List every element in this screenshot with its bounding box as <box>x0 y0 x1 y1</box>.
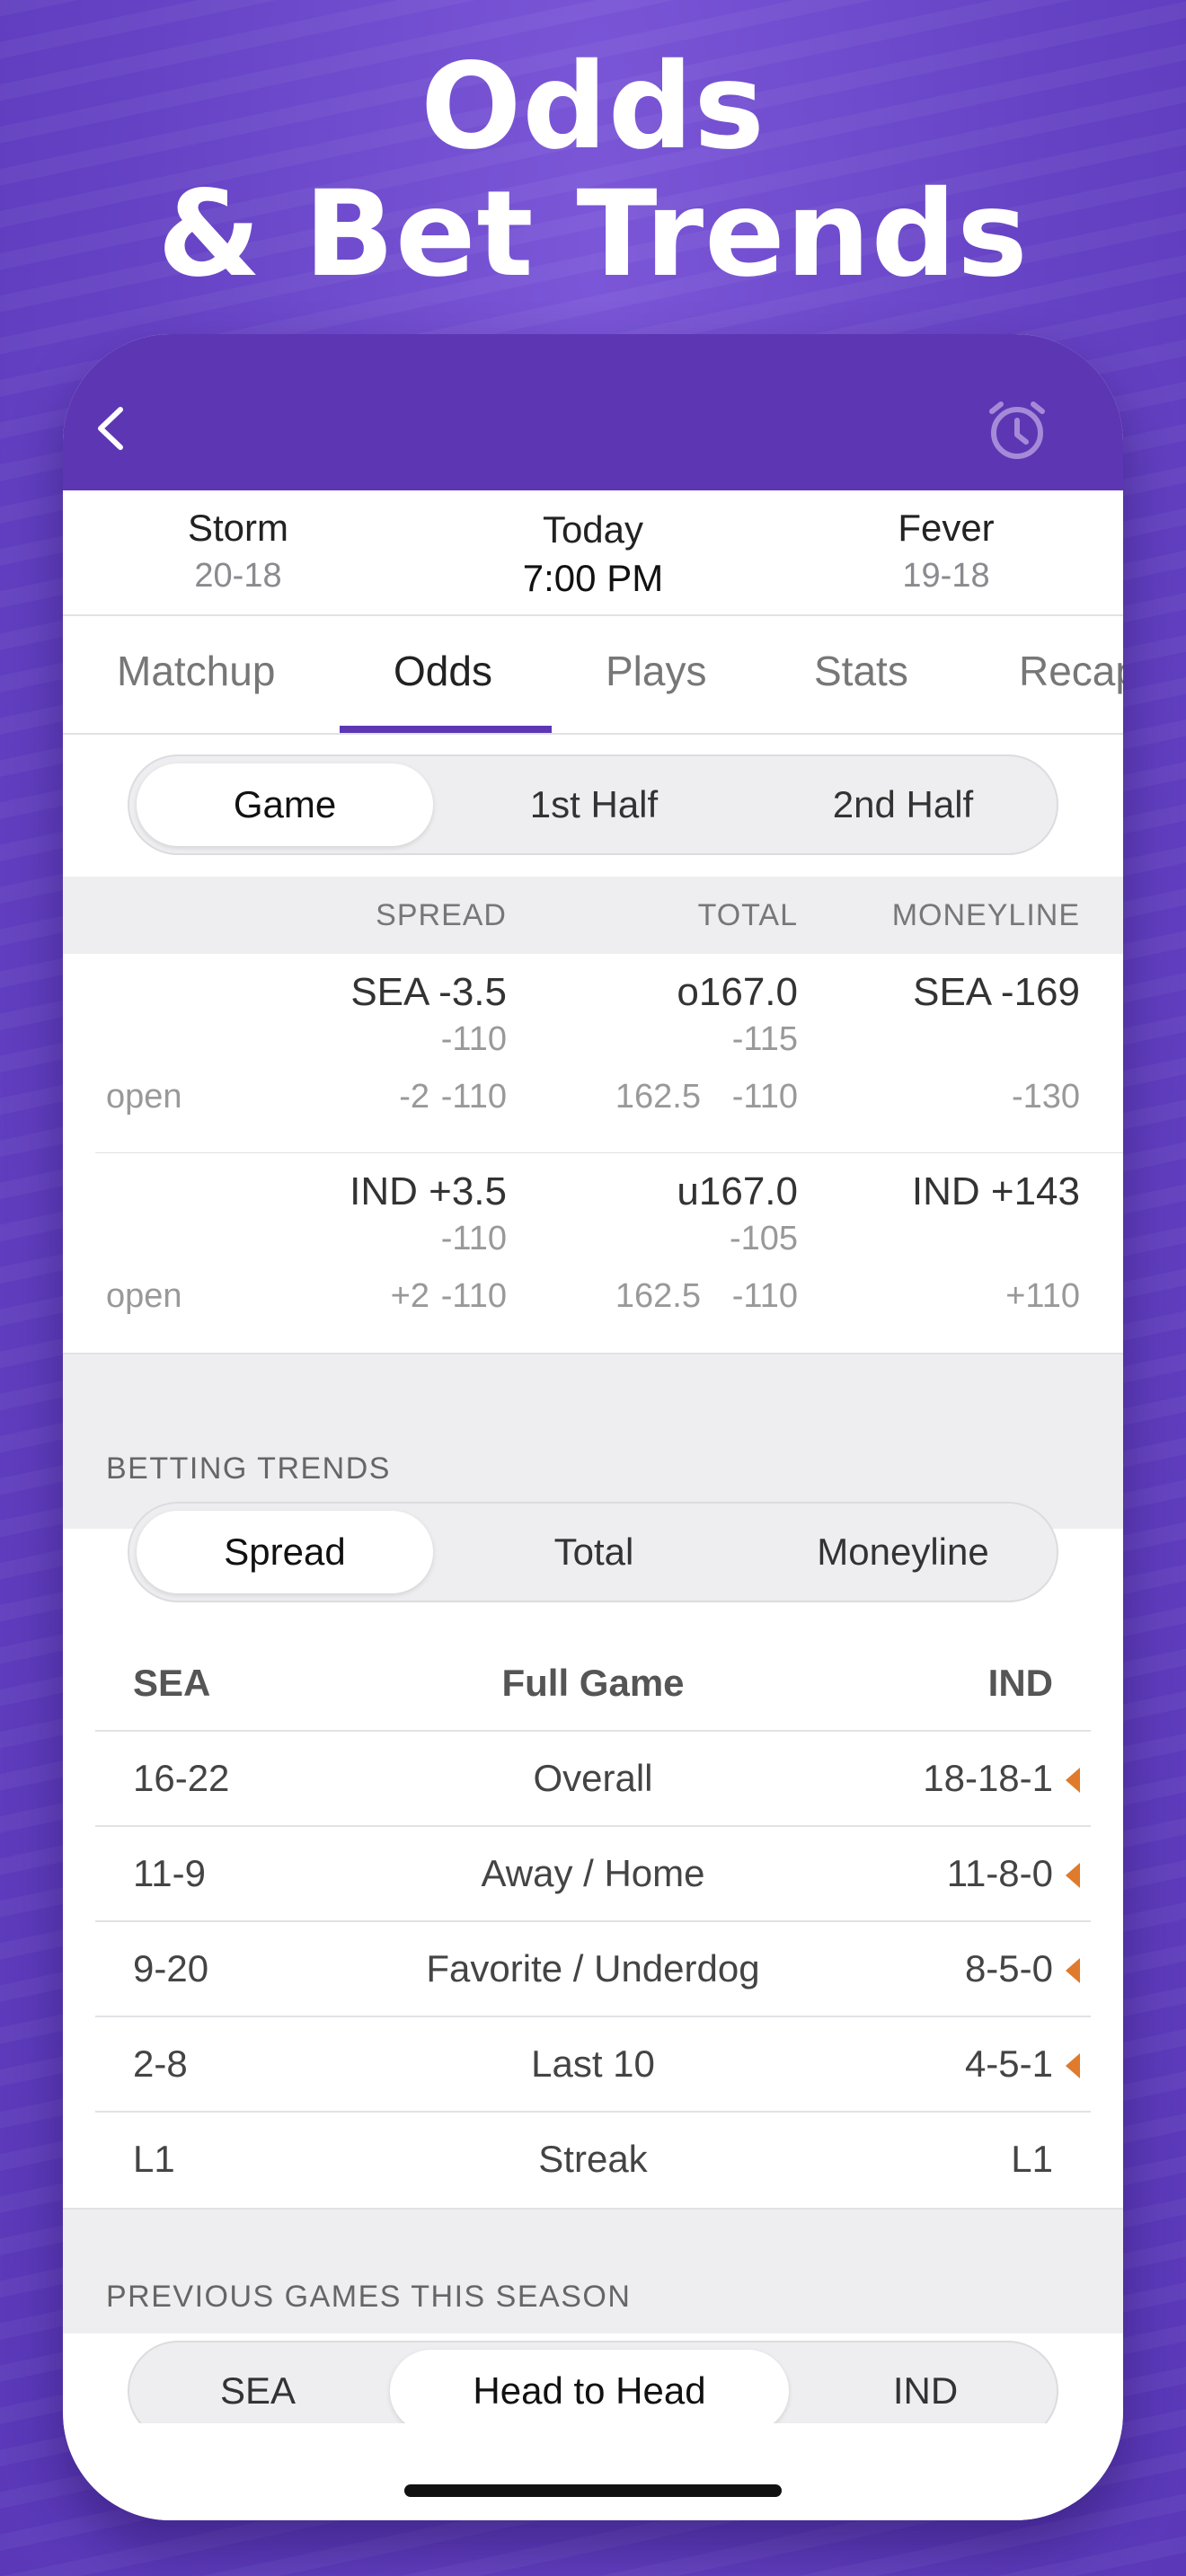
header-total: TOTAL <box>697 898 798 932</box>
trend-home-value: 18-18-1 <box>923 1757 1053 1799</box>
previous-games-title: PREVIOUS GAMES THIS SEASON <box>106 2280 632 2314</box>
open-label: open <box>106 1078 182 1116</box>
open-moneyline: +110 <box>1005 1277 1080 1315</box>
edge-indicator-icon <box>1066 1768 1080 1793</box>
odds-row-away[interactable]: SEA -3.5 -110 o167.0 -115 SEA -169 open … <box>63 954 1123 1153</box>
tab-recap[interactable]: Recap <box>1019 647 1123 695</box>
table-row: 11-9 Away / Home 11-8-0 <box>63 1827 1123 1922</box>
game-start-time: 7:00 PM <box>522 557 664 599</box>
headline-line-1: Odds <box>420 38 766 176</box>
open-total: 162.5 <box>615 1277 701 1315</box>
open-total: 162.5 <box>615 1078 701 1116</box>
away-team: Storm 20-18 <box>103 490 373 595</box>
table-row: 16-22 Overall 18-18-1 <box>63 1732 1123 1827</box>
trends-segmented-control: Spread Total Moneyline <box>128 1502 1058 1602</box>
period-segmented-control: Game 1st Half 2nd Half <box>128 754 1058 855</box>
away-team-name: Storm <box>187 507 288 549</box>
spread-line: SEA -3.5 <box>350 970 507 1014</box>
tab-matchup[interactable]: Matchup <box>117 647 275 695</box>
total-line: u167.0 <box>677 1169 798 1213</box>
total-price: -105 <box>729 1220 798 1257</box>
table-row: 2-8 Last 10 4-5-1 <box>63 2017 1123 2113</box>
trends-table-header: SEA Full Game IND <box>63 1635 1123 1730</box>
trends-header-away: SEA <box>133 1662 211 1704</box>
header-moneyline: MONEYLINE <box>891 898 1080 932</box>
open-spread-price: -110 <box>440 1078 507 1116</box>
home-indicator[interactable] <box>404 2484 782 2497</box>
total-price: -115 <box>731 1020 798 1058</box>
moneyline: SEA -169 <box>913 970 1080 1014</box>
away-team-record: 20-18 <box>194 557 282 595</box>
headline-line-2: & Bet Trends <box>157 165 1029 304</box>
open-spread-price: -110 <box>440 1277 507 1315</box>
trend-away-value: 9-20 <box>133 1947 209 1989</box>
segment-sea[interactable]: SEA <box>137 2350 379 2432</box>
edge-indicator-icon <box>1066 2053 1080 2078</box>
game-time: Today 7:00 PM <box>458 490 728 600</box>
active-tab-indicator <box>340 726 552 733</box>
tab-bar: Matchup Odds Plays Stats Recap <box>63 618 1123 735</box>
trend-label: Favorite / Underdog <box>426 1947 760 1989</box>
home-team: Fever 19-18 <box>811 490 1081 595</box>
open-total-price: -110 <box>731 1277 798 1315</box>
odds-row-home[interactable]: IND +3.5 -110 u167.0 -105 IND +143 open … <box>63 1153 1123 1353</box>
segment-total[interactable]: Total <box>446 1511 742 1593</box>
home-team-name: Fever <box>898 507 995 549</box>
trend-home-value: 8-5-0 <box>964 1947 1053 1989</box>
segment-game[interactable]: Game <box>137 763 433 846</box>
trend-home-value: 4-5-1 <box>964 2042 1053 2085</box>
alarm-clock-icon <box>989 401 1045 459</box>
trend-home-value: 11-8-0 <box>946 1852 1053 1894</box>
header-spread: SPREAD <box>376 898 507 932</box>
segment-head-to-head[interactable]: Head to Head <box>390 2350 789 2432</box>
open-total-price: -110 <box>731 1078 798 1116</box>
trend-away-value: 11-9 <box>133 1852 206 1894</box>
promo-headline: Odds & Bet Trends <box>0 43 1186 298</box>
trend-home-value: L1 <box>1011 2138 1053 2180</box>
trend-label: Overall <box>533 1757 653 1799</box>
open-spread: -2 <box>399 1078 429 1116</box>
table-row: L1 Streak L1 <box>63 2113 1123 2208</box>
moneyline: IND +143 <box>911 1169 1080 1213</box>
segment-1st-half[interactable]: 1st Half <box>446 763 742 846</box>
tab-odds[interactable]: Odds <box>394 647 492 695</box>
total-line: o167.0 <box>677 970 798 1014</box>
betting-trends-title: BETTING TRENDS <box>106 1451 391 1486</box>
spread-line: IND +3.5 <box>350 1169 507 1213</box>
segment-moneyline[interactable]: Moneyline <box>755 1511 1051 1593</box>
trend-label: Away / Home <box>481 1852 705 1894</box>
alarm-button[interactable] <box>981 393 1053 465</box>
tab-plays[interactable]: Plays <box>606 647 706 695</box>
trend-label: Streak <box>538 2138 648 2180</box>
game-header: Storm 20-18 Today 7:00 PM Fever 19-18 <box>63 490 1123 616</box>
trend-away-value: 16-22 <box>133 1757 230 1799</box>
bottom-fade <box>63 2423 1123 2520</box>
trend-away-value: L1 <box>133 2138 175 2180</box>
spread-price: -110 <box>440 1020 507 1058</box>
trends-header-home: IND <box>987 1662 1053 1704</box>
game-day: Today <box>542 508 644 551</box>
home-team-record: 19-18 <box>902 557 990 595</box>
trends-header-period: Full Game <box>501 1662 685 1704</box>
segment-ind[interactable]: IND <box>800 2350 1051 2432</box>
spread-price: -110 <box>440 1220 507 1257</box>
phone-screen: Storm 20-18 Today 7:00 PM Fever 19-18 Ma… <box>63 334 1123 2520</box>
segment-2nd-half[interactable]: 2nd Half <box>755 763 1051 846</box>
chevron-left-icon <box>98 407 123 450</box>
segment-spread[interactable]: Spread <box>137 1511 433 1593</box>
trend-away-value: 2-8 <box>133 2042 188 2085</box>
odds-column-headers: SPREAD TOTAL MONEYLINE <box>63 877 1123 954</box>
tab-stats[interactable]: Stats <box>814 647 908 695</box>
previous-games-section-header: PREVIOUS GAMES THIS SEASON <box>63 2208 1123 2333</box>
open-label: open <box>106 1277 182 1315</box>
open-spread: +2 <box>390 1277 429 1315</box>
edge-indicator-icon <box>1066 1958 1080 1983</box>
trend-label: Last 10 <box>531 2042 655 2085</box>
back-button[interactable] <box>83 397 146 460</box>
open-moneyline: -130 <box>1011 1078 1080 1116</box>
edge-indicator-icon <box>1066 1863 1080 1888</box>
nav-bar <box>63 334 1123 490</box>
table-row: 9-20 Favorite / Underdog 8-5-0 <box>63 1922 1123 2017</box>
